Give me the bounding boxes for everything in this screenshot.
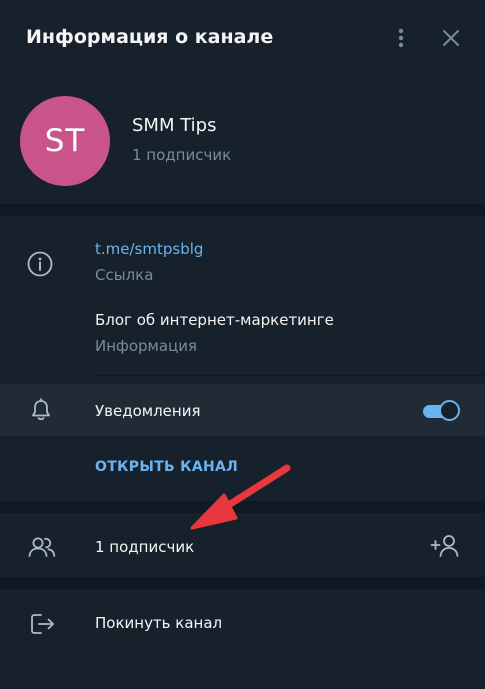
notifications-label: Уведомления	[95, 402, 201, 420]
notifications-toggle[interactable]	[423, 400, 460, 422]
leave-channel-label: Покинуть канал	[95, 614, 223, 632]
users-icon	[27, 535, 57, 559]
channel-avatar[interactable]: ST	[20, 96, 110, 186]
channel-link[interactable]: t.me/smtpsblg	[95, 240, 203, 258]
bell-icon	[30, 398, 52, 422]
more-menu-button[interactable]	[387, 22, 415, 54]
subscribers-row[interactable]	[0, 513, 485, 577]
link-label: Ссылка	[95, 266, 154, 284]
close-icon	[443, 30, 459, 46]
channel-description: Блог об интернет-маркетинге	[95, 311, 334, 329]
channel-info-panel: Информация о канале ST SMM Tips 1 подпис…	[0, 0, 485, 689]
more-vertical-icon	[398, 28, 404, 48]
channel-subscriber-count: 1 подписчик	[132, 146, 232, 164]
description-label: Информация	[95, 337, 198, 355]
avatar-initials: ST	[44, 123, 86, 159]
info-circle-icon	[26, 250, 54, 278]
section-divider	[0, 204, 485, 216]
channel-name: SMM Tips	[132, 115, 217, 136]
toggle-knob	[439, 400, 460, 421]
section-divider	[0, 577, 485, 589]
info-separator	[95, 375, 485, 376]
close-button[interactable]	[437, 22, 465, 54]
open-channel-button[interactable]: ОТКРЫТЬ КАНАЛ	[95, 459, 238, 475]
subscribers-count-label: 1 подписчик	[95, 538, 195, 556]
section-divider	[0, 501, 485, 513]
panel-title: Информация о канале	[26, 26, 274, 48]
logout-icon	[29, 612, 57, 636]
notifications-row[interactable]	[0, 384, 485, 436]
leave-channel-row[interactable]	[0, 589, 485, 659]
add-user-icon[interactable]	[430, 533, 460, 559]
